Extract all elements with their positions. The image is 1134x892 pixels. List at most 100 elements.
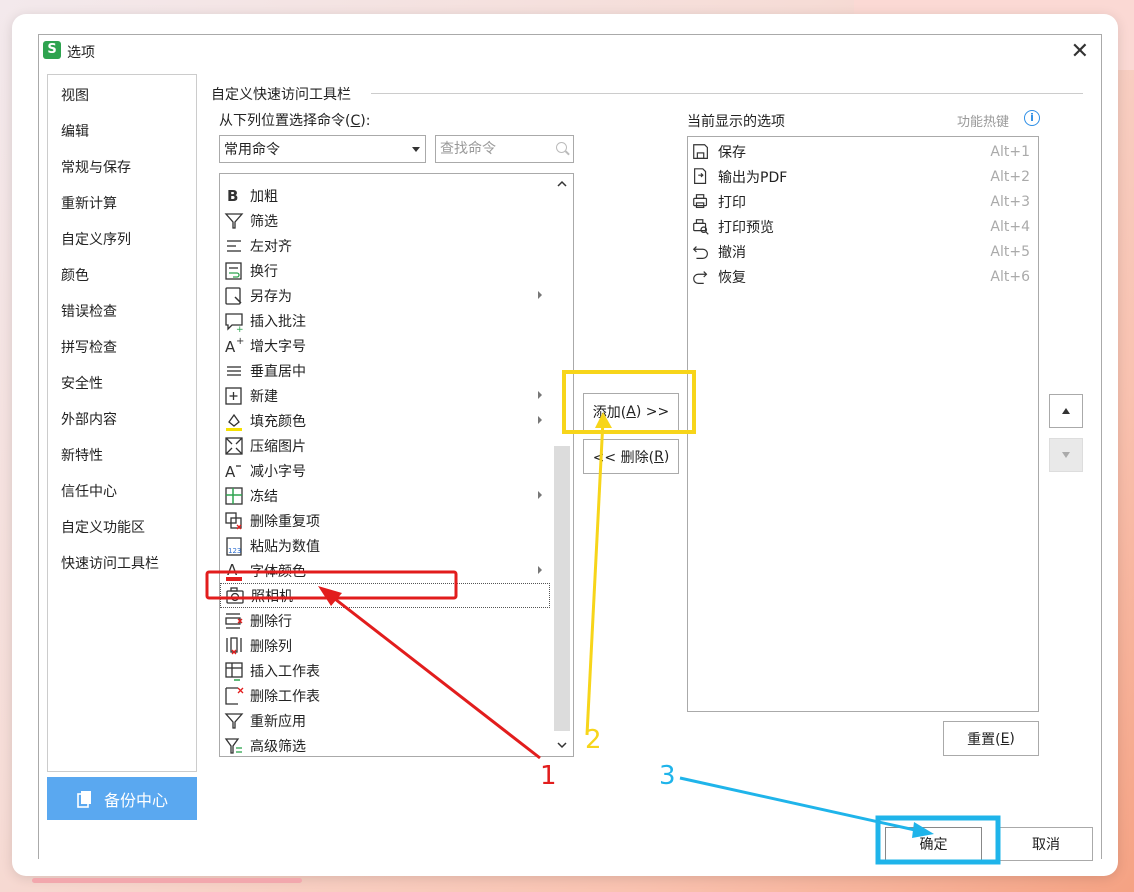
command-item[interactable]: 筛选	[220, 208, 552, 233]
section-divider	[371, 93, 1083, 94]
command-label: 压缩图片	[250, 438, 306, 455]
nav-item[interactable]: 新特性	[61, 445, 103, 465]
reset-button[interactable]: 重置(E)	[943, 721, 1039, 756]
current-item[interactable]: 保存 Alt+1	[688, 139, 1038, 164]
command-list-scrollbar[interactable]	[551, 174, 573, 756]
remove-button[interactable]: << 删除(R)	[583, 439, 679, 474]
command-item[interactable]: B 加粗	[220, 183, 552, 208]
scroll-up-icon[interactable]	[557, 179, 567, 189]
current-item[interactable]: 恢复 Alt+6	[688, 264, 1038, 289]
command-item[interactable]: 删除重复项	[220, 508, 552, 533]
nav-item[interactable]: 颜色	[61, 265, 89, 285]
command-label: 删除重复项	[250, 513, 320, 530]
command-item[interactable]: 高级筛选	[220, 733, 552, 757]
nav-item[interactable]: 自定义功能区	[61, 517, 145, 537]
current-item-label: 打印预览	[718, 219, 774, 236]
nav-item[interactable]: 错误检查	[61, 301, 117, 321]
backup-label: 备份中心	[103, 790, 168, 810]
move-up-button[interactable]	[1049, 394, 1083, 428]
command-item[interactable]: A 字体颜色	[220, 558, 552, 583]
nav-item[interactable]: 重新计算	[61, 193, 117, 213]
current-item-hotkey: Alt+2	[990, 168, 1030, 185]
command-item[interactable]: 压缩图片	[220, 433, 552, 458]
command-item[interactable]: 照相机	[220, 583, 550, 608]
current-items-label: 当前显示的选项	[687, 114, 785, 130]
command-item[interactable]: 重新应用	[220, 708, 552, 733]
command-item[interactable]: + 插入批注	[220, 308, 552, 333]
nav-item[interactable]: 信任中心	[61, 481, 117, 501]
options-nav: 视图编辑常规与保存重新计算自定义序列颜色错误检查拼写检查安全性外部内容新特性信任…	[47, 74, 197, 772]
delete-column-icon	[223, 635, 245, 657]
cancel-button[interactable]: 取消	[999, 827, 1093, 861]
command-item[interactable]: 冻结	[220, 483, 552, 508]
nav-item[interactable]: 视图	[61, 85, 89, 105]
command-item[interactable]: A + 增大字号	[220, 333, 552, 358]
font-decrease-icon: A	[223, 460, 245, 482]
section-title: 自定义快速访问工具栏	[211, 87, 351, 103]
add-button[interactable]: 添加(A) >>	[583, 393, 679, 431]
command-item[interactable]: 删除行	[220, 608, 552, 633]
command-item[interactable]: 另存为	[220, 283, 552, 308]
nav-item[interactable]: 安全性	[61, 373, 103, 393]
freeze-icon	[223, 485, 245, 507]
ok-button[interactable]: 确定	[885, 827, 982, 861]
nav-item[interactable]: 自定义序列	[61, 229, 131, 249]
current-item[interactable]: 撤消 Alt+5	[688, 239, 1038, 264]
info-icon[interactable]: i	[1024, 110, 1040, 126]
command-label: 另存为	[250, 288, 292, 305]
print-icon	[691, 192, 711, 212]
command-item[interactable]: 垂直居中	[220, 358, 552, 383]
command-item[interactable]: 删除列	[220, 633, 552, 658]
nav-item[interactable]: 拼写检查	[61, 337, 117, 357]
current-item-hotkey: Alt+5	[990, 243, 1030, 260]
bold-icon: B	[223, 185, 245, 207]
command-label: 减小字号	[250, 463, 306, 480]
camera-icon	[224, 585, 246, 607]
command-item[interactable]: 123 粘贴为数值	[220, 533, 552, 558]
command-item[interactable]: 填充颜色	[220, 408, 552, 433]
svg-text:123: 123	[228, 547, 241, 555]
svg-text:B: B	[227, 187, 238, 205]
current-item-hotkey: Alt+4	[990, 218, 1030, 235]
command-label: 筛选	[250, 213, 278, 230]
command-label: 插入工作表	[250, 663, 320, 680]
triangle-down-icon	[1062, 452, 1070, 458]
hotkey-label: 功能热键	[957, 115, 1010, 130]
command-item[interactable]: A 减小字号	[220, 458, 552, 483]
comment-icon: +	[223, 310, 245, 332]
command-label: 加粗	[250, 188, 278, 205]
nav-item[interactable]: 快速访问工具栏	[61, 553, 159, 573]
command-item[interactable]: 新建	[220, 383, 552, 408]
advanced-filter-icon	[223, 735, 245, 757]
scroll-thumb[interactable]	[554, 446, 570, 731]
options-dialog: S 选项 ✕ 视图 编辑 常规与保存 重新计算 自定义序列 颜色 错误检查 拼写检查 安全性 外部…	[38, 34, 1102, 861]
wrap-text-icon	[223, 260, 245, 282]
close-icon[interactable]: ✕	[1071, 39, 1089, 64]
current-item[interactable]: 输出为PDF Alt+2	[688, 164, 1038, 189]
nav-item[interactable]: 常规与保存	[61, 157, 131, 177]
current-item[interactable]: 打印预览 Alt+4	[688, 214, 1038, 239]
command-label: 重新应用	[250, 713, 306, 730]
scroll-down-icon[interactable]	[557, 740, 567, 750]
command-item[interactable]: 左对齐	[220, 233, 552, 258]
filter-icon	[223, 210, 245, 232]
save-icon	[691, 142, 711, 162]
submenu-arrow-icon	[538, 391, 542, 399]
command-item[interactable]: 插入工作表	[220, 658, 552, 683]
command-label: 新建	[250, 388, 278, 405]
backup-icon	[77, 790, 91, 808]
backup-center-button[interactable]: 备份中心	[47, 777, 197, 820]
nav-item[interactable]: 编辑	[61, 121, 89, 141]
command-label: 照相机	[251, 588, 293, 605]
command-label: 垂直居中	[250, 363, 306, 380]
command-item[interactable]: 换行	[220, 258, 552, 283]
command-search-input[interactable]: 查找命令	[435, 135, 574, 163]
command-category-select[interactable]: 常用命令	[219, 135, 426, 163]
command-label: 换行	[250, 263, 278, 280]
current-item[interactable]: 打印 Alt+3	[688, 189, 1038, 214]
font-color-icon: A	[223, 560, 245, 582]
command-list: 高级筛选 重新应用 删除工作表 插入工作表 删除列 删除行 照相机 A 字体颜色 123 粘贴为数值…	[219, 173, 574, 757]
command-item[interactable]: 删除工作表	[220, 683, 552, 708]
nav-item[interactable]: 外部内容	[61, 409, 117, 429]
command-label: 插入批注	[250, 313, 306, 330]
